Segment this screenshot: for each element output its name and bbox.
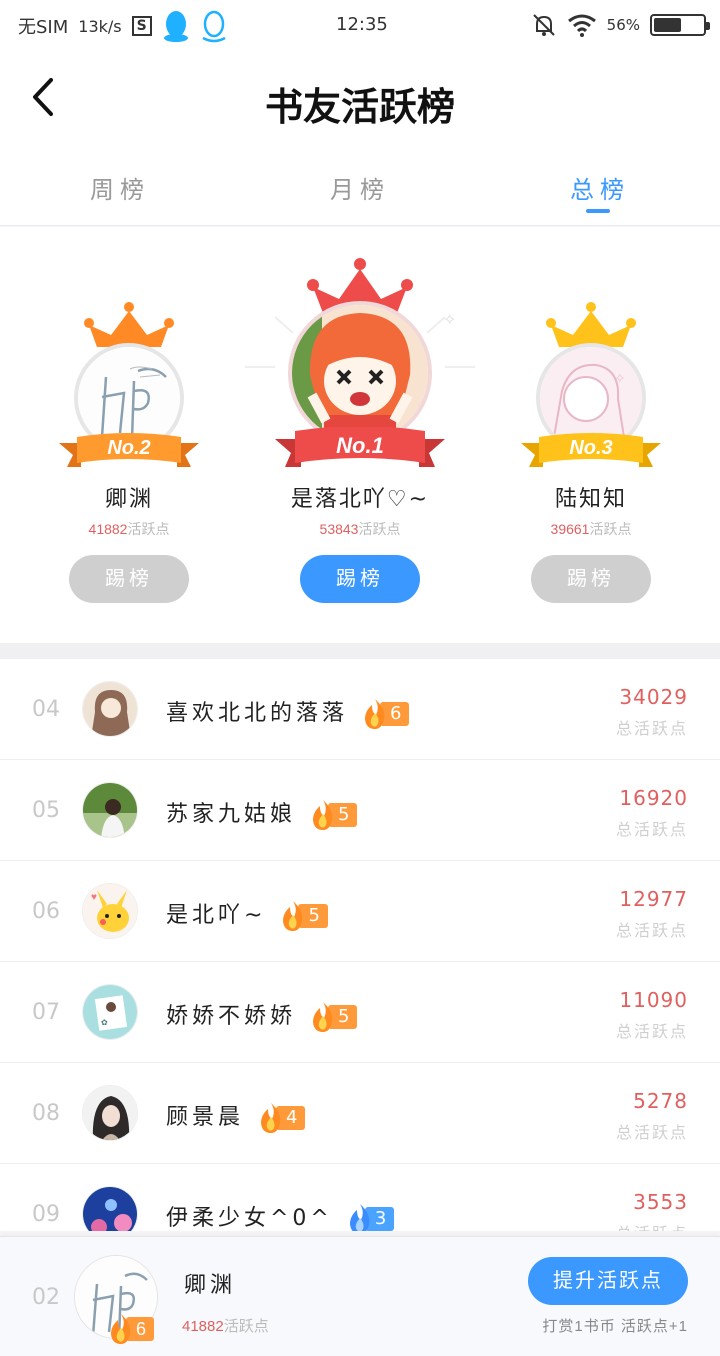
status-bar: 无SIM 13k/s S 12:35 56% (0, 0, 720, 52)
wifi-icon (567, 14, 596, 37)
table-row[interactable]: 06 ♥ 是北吖~ 5 12977 总活跃点 (0, 861, 720, 962)
app-header: 书友活跃榜 (0, 52, 720, 144)
podium-third: ✧ No.3 陆知知 39661活跃点 踢榜 (512, 297, 670, 637)
rank-number: 06 (32, 899, 60, 924)
flame-icon (313, 1002, 333, 1032)
list-item-name: 娇娇不娇娇 5 (166, 998, 358, 1032)
flame-icon (283, 901, 303, 931)
rank-number: 04 (32, 697, 60, 722)
svg-text:✿: ✿ (101, 1018, 108, 1027)
flame-icon (261, 1103, 281, 1133)
table-row[interactable]: 08 顾景晨 4 5278 总活跃点 (0, 1063, 720, 1164)
table-row[interactable]: 09 伊柔少女^0^3 3553 总活跃点 (0, 1164, 720, 1231)
podium-points: 39661活跃点 (550, 521, 632, 537)
list-item-name: 是北吖~ 5 (166, 897, 328, 931)
boost-activity-button[interactable]: 提升活跃点 (528, 1257, 688, 1305)
rank-label: No.3 (569, 437, 613, 459)
podium-first: ✧ No.1 是落北吖♡~ 53843活跃点 踢榜 (245, 257, 475, 637)
level-badge: 5 (280, 901, 328, 931)
podium-points: 53843活跃点 (319, 521, 401, 537)
score: 34029 总活跃点 (615, 685, 688, 738)
bell-off-icon (532, 14, 555, 36)
rank-number: 08 (32, 1101, 60, 1126)
level-badge: 5 (310, 800, 358, 830)
carrier-text: 无SIM (18, 17, 69, 38)
table-row[interactable]: 04 喜欢北北的落落 6 34029 总活跃点 (0, 659, 720, 760)
flame-icon (111, 1314, 131, 1344)
tab-monthly[interactable]: 月榜 (240, 144, 480, 225)
crown-icon (84, 302, 174, 347)
score: 16920 总活跃点 (615, 786, 688, 839)
s-app-icon: S (131, 16, 152, 36)
rank-number: 07 (32, 1000, 60, 1025)
my-points: 41882活跃点 (182, 1318, 269, 1335)
avatar[interactable] (82, 1085, 138, 1141)
anime-girl-avatar-image (292, 305, 428, 441)
level-badge: 4 (258, 1103, 306, 1133)
avatar[interactable]: ✿ (82, 984, 138, 1040)
avatar[interactable] (82, 782, 138, 838)
avatar[interactable] (82, 681, 138, 737)
reward-hint: 打赏1书币 活跃点+1 (542, 1318, 688, 1335)
list-item-name: 顾景晨 4 (166, 1099, 306, 1133)
my-rank-bar: 02 6 卿渊 41882活跃点 提升活跃点 打赏1书币 活跃点+1 (0, 1236, 720, 1356)
svg-text:♥: ♥ (91, 892, 97, 903)
ranking-list: 04 喜欢北北的落落 6 34029 总活跃点 05 苏家九姑娘 5 16920 总… (0, 659, 720, 1231)
tab-total[interactable]: 总榜 (480, 144, 720, 225)
battery-percent: 56% (606, 16, 640, 34)
battery-icon (650, 14, 710, 36)
avatar[interactable] (82, 1186, 138, 1231)
rank-number: 05 (32, 798, 60, 823)
crown-icon (546, 302, 636, 347)
my-name: 卿渊 (184, 1273, 237, 1298)
score: 12977 总活跃点 (615, 887, 688, 940)
podium-top3: No.2 卿渊 41882活跃点 踢榜 ✧ No.1 是落北吖♡~ 53843活… (0, 227, 720, 643)
kick-button[interactable]: 踢榜 (300, 555, 420, 603)
flame-icon (349, 1204, 370, 1231)
clock: 12:35 (336, 14, 388, 35)
svg-text:✧: ✧ (614, 370, 626, 386)
section-divider (0, 643, 720, 659)
my-rank-number: 02 (32, 1285, 60, 1310)
podium-name: 是落北吖♡~ (290, 487, 430, 512)
level-badge: 6 (108, 1314, 155, 1344)
list-item-name: 苏家九姑娘 5 (166, 796, 358, 830)
level-badge: 5 (310, 1002, 358, 1032)
rank-label: No.2 (107, 437, 151, 459)
podium-name: 卿渊 (104, 487, 153, 512)
podium-points: 41882活跃点 (88, 521, 170, 537)
list-item-name: 伊柔少女^0^ 3 (166, 1200, 395, 1231)
table-row[interactable]: 07 ✿ 娇娇不娇娇 5 11090 总活跃点 (0, 962, 720, 1063)
qq-penguin-icon (163, 11, 188, 42)
tab-bar: 周榜 月榜 总榜 (0, 144, 720, 226)
table-row[interactable]: 05 苏家九姑娘 5 16920 总活跃点 (0, 760, 720, 861)
qq-penguin-outline-icon (202, 10, 226, 43)
avatar[interactable] (288, 301, 432, 445)
score: 5278 总活跃点 (615, 1089, 688, 1142)
rank-number: 09 (32, 1202, 60, 1227)
tab-weekly[interactable]: 周榜 (0, 144, 240, 225)
svg-text:✧: ✧ (443, 312, 456, 329)
score: 3553 总活跃点 (616, 1190, 688, 1231)
page-title: 书友活跃榜 (264, 87, 455, 129)
flame-icon (313, 800, 333, 830)
kick-button[interactable]: 踢榜 (69, 555, 189, 603)
network-speed: 13k/s (78, 16, 122, 36)
list-item-name: 喜欢北北的落落 6 (166, 695, 410, 729)
podium-name: 陆知知 (554, 487, 627, 512)
avatar[interactable]: ♥ (82, 883, 138, 939)
rank-label: No.1 (336, 433, 384, 458)
score: 11090 总活跃点 (615, 988, 688, 1041)
flame-icon (365, 699, 385, 729)
podium-second: No.2 卿渊 41882活跃点 踢榜 (50, 297, 208, 637)
level-badge: 3 (347, 1204, 395, 1231)
level-badge: 6 (362, 699, 410, 729)
kick-button[interactable]: 踢榜 (531, 555, 651, 603)
